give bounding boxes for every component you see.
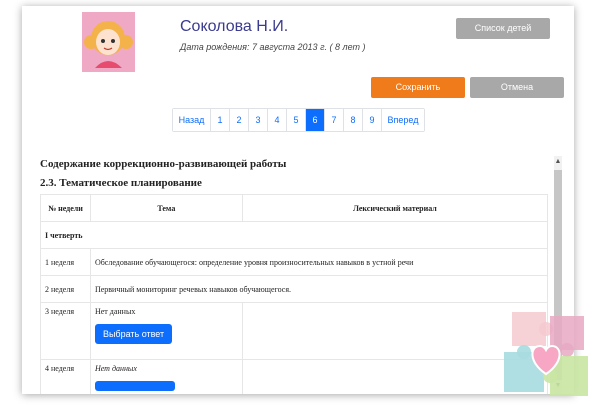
header-lexical: Лексический материал <box>241 194 549 222</box>
header-week: № недели <box>40 194 91 222</box>
no-data-text: Нет данных <box>94 307 136 316</box>
page-9[interactable]: 9 <box>362 109 381 131</box>
page-2[interactable]: 2 <box>229 109 248 131</box>
scroll-up-icon[interactable]: ▲ <box>554 158 562 165</box>
section-title: Содержание коррекционно-развивающей рабо… <box>40 158 287 170</box>
week-cell: 1 неделя <box>40 248 91 276</box>
topic-cell: Первичный мониторинг речевых навыков обу… <box>89 275 549 303</box>
plan-content: Содержание коррекционно-развивающей рабо… <box>40 156 550 394</box>
topic-cell: Обследование обучающегося: определение у… <box>89 248 549 276</box>
no-data-text: Нет данных <box>94 364 137 373</box>
header-topic: Тема <box>89 194 243 222</box>
page-5[interactable]: 5 <box>286 109 305 131</box>
week-cell: 2 неделя <box>40 275 91 303</box>
page-8[interactable]: 8 <box>343 109 362 131</box>
quarter-label: I четверть <box>40 221 548 249</box>
plan-table: № недели Тема Лексический материал I чет… <box>40 194 549 394</box>
pagination: Назад 1 2 3 4 5 6 7 8 9 Вперед <box>172 108 425 132</box>
choose-answer-button[interactable]: Выбрать ответ <box>94 324 173 344</box>
week-cell: 3 неделя <box>40 302 91 360</box>
birth-date: Дата рождения: 7 августа 2013 г. ( 8 лет… <box>180 42 366 52</box>
child-name: Соколова Н.И. <box>180 18 289 35</box>
page-1[interactable]: 1 <box>210 109 229 131</box>
week-cell: 4 неделя <box>40 359 91 394</box>
pagination-next[interactable]: Вперед <box>381 109 424 131</box>
topic-cell: Нет данных Выбрать ответ <box>89 302 243 360</box>
page-4[interactable]: 4 <box>267 109 286 131</box>
puzzle-heart-logo <box>504 312 588 396</box>
save-button[interactable]: Сохранить <box>371 77 465 98</box>
page-7[interactable]: 7 <box>324 109 343 131</box>
children-list-button[interactable]: Список детей <box>456 18 550 39</box>
section-subtitle: 2.3. Тематическое планирование <box>40 177 202 189</box>
choose-answer-button-partial[interactable] <box>94 381 175 391</box>
profile-card: Соколова Н.И. Дата рождения: 7 августа 2… <box>22 6 574 394</box>
page-6-active[interactable]: 6 <box>305 109 324 131</box>
cancel-button[interactable]: Отмена <box>470 77 564 98</box>
pagination-prev[interactable]: Назад <box>173 109 210 131</box>
page-3[interactable]: 3 <box>248 109 267 131</box>
child-avatar <box>82 12 135 72</box>
topic-cell: Нет данных <box>89 359 243 394</box>
